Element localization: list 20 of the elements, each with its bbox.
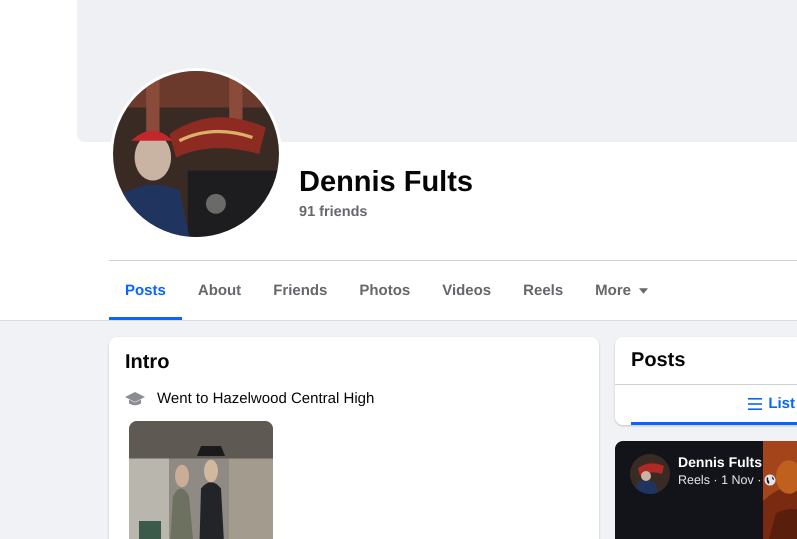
profile-name: Dennis Fults xyxy=(299,165,474,200)
intro-detail: Went to Hazelwood Central High xyxy=(157,390,374,407)
profile-tab[interactable]: Posts xyxy=(109,261,182,320)
profile-tab[interactable]: Friends xyxy=(257,261,344,320)
card-title: Posts xyxy=(615,337,797,385)
view-tab[interactable]: List xyxy=(631,385,797,425)
post-meta: Reels · 1 Nov · xyxy=(678,473,762,487)
card-title: Intro xyxy=(125,351,170,374)
globe-icon xyxy=(764,474,776,486)
list-icon xyxy=(748,398,762,410)
profile-tab[interactable]: Reels xyxy=(507,261,580,320)
caret-icon xyxy=(639,288,648,294)
profile-tab[interactable]: More xyxy=(579,261,664,320)
profile-tab[interactable]: Photos xyxy=(343,261,426,320)
profile-tab[interactable]: Videos xyxy=(426,261,508,320)
post-author[interactable]: Dennis Fults xyxy=(678,454,776,470)
friends-count[interactable]: 91 friends xyxy=(299,204,474,220)
graduation-cap-icon xyxy=(125,390,145,406)
profile-tab[interactable]: About xyxy=(182,261,258,320)
reel-card[interactable]: Dennis Fults Reels · 1 Nov · xyxy=(615,441,797,539)
